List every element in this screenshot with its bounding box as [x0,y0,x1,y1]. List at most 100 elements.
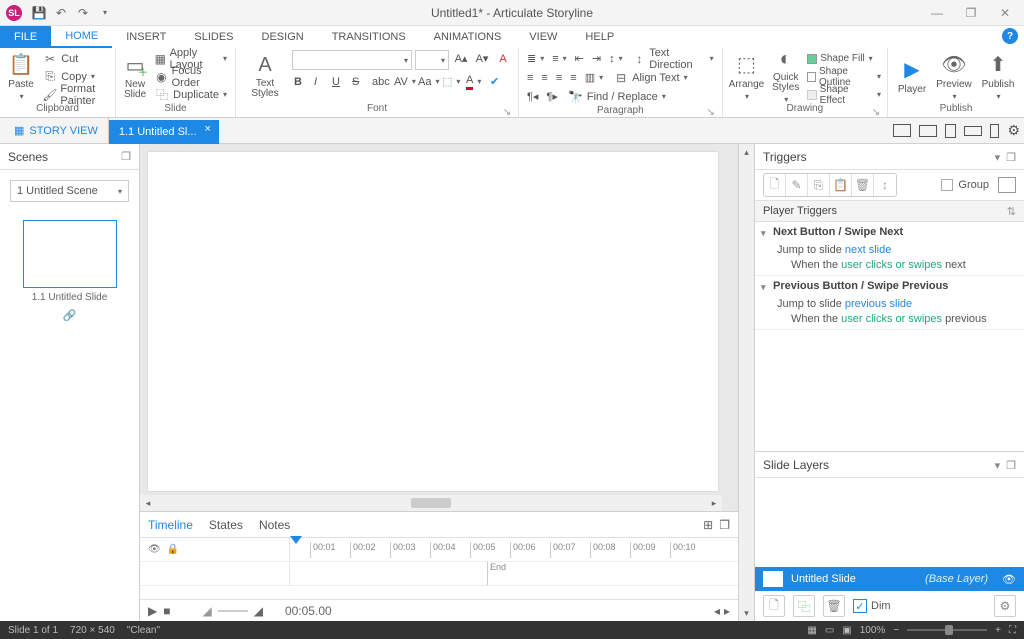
font-family-select[interactable]: ▾ [292,50,412,70]
duplicate-layer-icon[interactable]: ⿻ [793,595,815,617]
shape-outline-button[interactable]: Shape Outline▾ [807,68,881,85]
indent-increase-button[interactable]: ⇥ [590,50,603,67]
scroll-right-icon[interactable]: ▸ [706,495,722,511]
scroll-up-icon[interactable]: ▴ [739,144,754,160]
delete-trigger-icon[interactable]: 🗑 [852,174,874,196]
undock-icon[interactable]: ❐ [1006,152,1016,164]
underline-button[interactable]: U [330,73,346,90]
align-right-button[interactable]: ≡ [554,69,564,86]
zoom-out-icon[interactable]: − [893,625,899,636]
trigger-condition[interactable]: When the user clicks or swipes previous [755,312,1024,329]
clear-formatting-icon[interactable]: A [494,50,512,67]
zoom-out-timeline-icon[interactable]: ◢ [202,604,211,618]
scroll-down-icon[interactable]: ▾ [739,605,754,621]
notes-tab[interactable]: Notes [259,518,290,532]
character-spacing-button[interactable]: AV▾ [392,73,412,90]
eye-icon[interactable]: 👁 [1002,573,1016,586]
zoom-in-icon[interactable]: + [995,625,1001,636]
dialog-launcher-icon[interactable]: ↘ [706,107,716,117]
new-layer-icon[interactable]: 🗋 [763,595,785,617]
paste-button[interactable]: 📋 Paste ▾ [6,50,36,102]
slide-canvas[interactable] [148,152,718,491]
copy-trigger-icon[interactable]: ⎘ [808,174,830,196]
horizontal-scrollbar[interactable]: ◂ ▸ [140,495,722,511]
chevron-down-icon[interactable]: ▾ [995,152,1001,164]
desktop-view-icon[interactable] [893,124,911,137]
dialog-launcher-icon[interactable]: ↘ [502,107,512,117]
align-left-button[interactable]: ≡ [525,69,535,86]
cut-button[interactable]: ✂Cut [40,50,109,67]
zoom-slider[interactable] [907,629,987,631]
shape-effect-button[interactable]: Shape Effect▾ [807,86,881,103]
slide-thumbnail[interactable] [23,220,117,288]
status-zoom[interactable]: 100% [860,625,886,636]
layer-settings-icon[interactable]: ⚙ [994,595,1016,617]
undock-icon[interactable]: ❐ [719,518,730,532]
dialog-launcher-icon[interactable]: ↘ [871,107,881,117]
columns-button[interactable]: ▥▾ [583,69,605,86]
timeline-scroll-right-icon[interactable]: ▸ [724,604,730,618]
states-tab[interactable]: States [209,518,243,532]
slide-tab[interactable]: 1.1 Untitled Sl... × [109,120,219,144]
align-center-button[interactable]: ≡ [539,69,549,86]
story-view-button[interactable]: ▦ STORY VIEW [4,118,109,143]
ltr-button[interactable]: ¶▸ [544,88,559,105]
undock-icon[interactable]: ❐ [121,150,131,163]
base-layer-row[interactable]: Untitled Slide (Base Layer) 👁 [755,567,1024,591]
delete-layer-icon[interactable]: 🗑 [823,595,845,617]
tab-transitions[interactable]: TRANSITIONS [318,26,420,48]
arrange-button[interactable]: ⬚Arrange▾ [729,50,765,102]
tab-slides[interactable]: SLIDES [180,26,247,48]
player-button[interactable]: ▶Player [894,50,930,102]
timeline-tool-icon[interactable]: ⊞ [703,518,713,532]
help-icon[interactable]: ? [1002,28,1018,44]
trigger-group-next[interactable]: Next Button / Swipe Next [755,222,1024,242]
format-painter-button[interactable]: 🖌Format Painter [40,86,109,103]
tab-file[interactable]: FILE [0,26,51,48]
vertical-scrollbar[interactable]: ▴ ▾ [738,144,754,621]
qat-customize-icon[interactable]: ▾ [95,3,115,23]
indent-decrease-button[interactable]: ⇤ [573,50,586,67]
highlight-button[interactable]: ⬚▾ [440,73,460,90]
zoom-in-timeline-icon[interactable]: ◢ [254,604,263,618]
italic-button[interactable]: I [312,73,326,90]
gear-icon[interactable]: ⚙ [1007,122,1020,139]
rtl-button[interactable]: ¶◂ [525,88,540,105]
decrease-font-icon[interactable]: A▾ [473,50,491,67]
line-spacing-button[interactable]: ↕▾ [607,50,625,67]
timeline-scroll-left-icon[interactable]: ◂ [714,604,720,618]
eye-column-icon[interactable]: 👁 [148,544,161,555]
new-slide-button[interactable]: ▭＋ New Slide [122,50,148,102]
view-reading-icon[interactable]: ▣ [842,625,851,636]
window-restore-icon[interactable]: ❐ [958,6,984,20]
quick-styles-button[interactable]: ◐Quick Styles▾ [768,50,803,102]
align-text-button[interactable]: ⊟Align Text▾ [611,69,690,86]
trigger-item[interactable]: Jump to slide previous slide [755,296,1024,312]
preview-button[interactable]: 👁Preview▾ [934,50,974,102]
tab-design[interactable]: DESIGN [248,26,318,48]
phone-portrait-icon[interactable] [990,124,999,138]
trigger-condition[interactable]: When the user clicks or swipes next [755,258,1024,275]
trigger-item[interactable]: Jump to slide next slide [755,242,1024,258]
undo-icon[interactable]: ↶ [51,3,71,23]
find-replace-button[interactable]: 🔭Find / Replace▾ [566,88,668,105]
duplicate-button[interactable]: ⿻Duplicate▾ [152,86,229,103]
paste-trigger-icon[interactable]: 📋 [830,174,852,196]
tab-insert[interactable]: INSERT [112,26,180,48]
numbering-button[interactable]: ≡▾ [550,50,568,67]
timeline-tab[interactable]: Timeline [148,518,193,532]
tab-home[interactable]: HOME [51,26,112,48]
filter-icon[interactable]: ⇅ [1007,205,1016,218]
tab-help[interactable]: HELP [571,26,628,48]
strikethrough-button[interactable]: S [350,73,366,90]
scroll-left-icon[interactable]: ◂ [140,495,156,511]
font-color-button[interactable]: A▾ [464,73,484,90]
text-shadow-button[interactable]: abc [370,73,388,90]
bullets-button[interactable]: ≣▾ [525,50,546,67]
font-size-select[interactable]: ▾ [415,50,449,70]
undock-icon[interactable]: ❐ [1006,460,1016,472]
new-trigger-icon[interactable]: 🗋 [764,174,786,196]
proofing-button[interactable]: ✔ [488,73,508,90]
stop-icon[interactable]: ■ [163,604,170,618]
view-grid-icon[interactable]: ▦ [807,625,816,636]
